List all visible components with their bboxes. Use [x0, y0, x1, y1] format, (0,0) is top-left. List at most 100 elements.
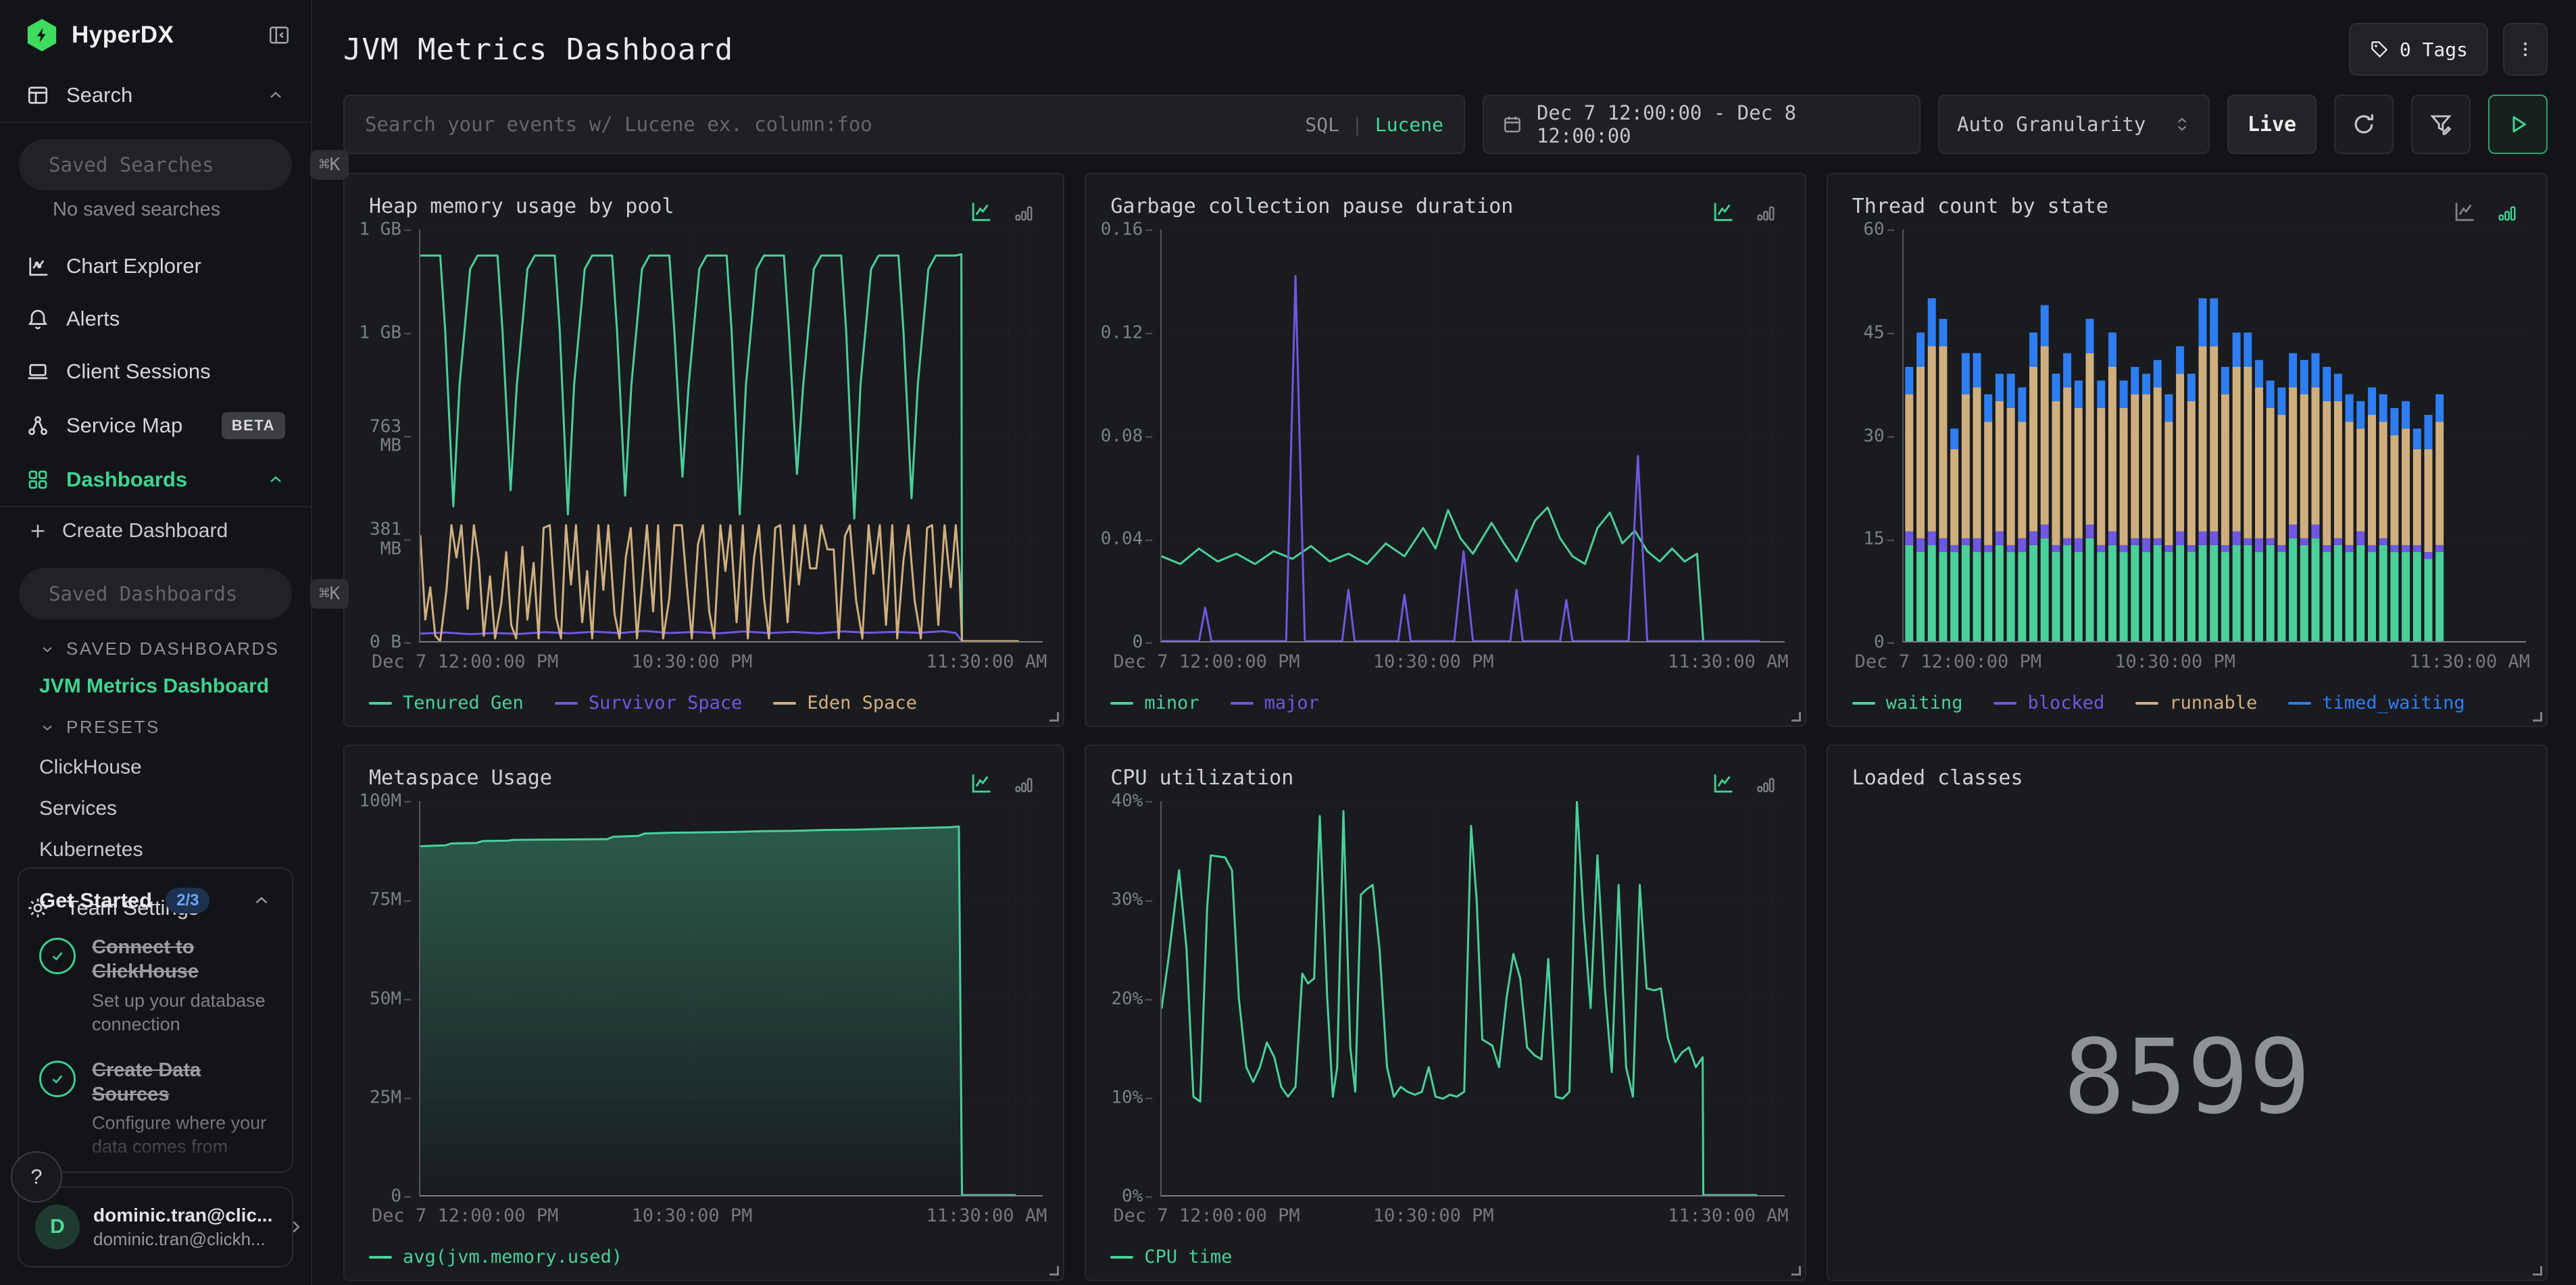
line-chart-icon[interactable] [968, 199, 994, 224]
y-tick-label: 0% [1099, 1187, 1153, 1207]
legend-label: avg(jvm.memory.used) [403, 1246, 623, 1267]
date-range-value: Dec 7 12:00:00 - Dec 8 12:00:00 [1536, 101, 1797, 147]
main-content: JVM Metrics Dashboard 0 Tags SQL | Lucen… [312, 0, 2576, 1281]
sidebar-item-client-sessions[interactable]: Client Sessions [0, 345, 311, 398]
x-tick-label: 11:30:00 AM [926, 1205, 1047, 1226]
help-button[interactable]: ? [11, 1151, 62, 1203]
tags-label: 0 Tags [2399, 38, 2468, 61]
check-circle-icon [39, 938, 76, 974]
chart-plot[interactable] [1160, 801, 1785, 1196]
table-icon [28, 86, 48, 104]
presets-section[interactable]: PRESETS [39, 717, 311, 738]
select-chevrons-icon [2177, 118, 2187, 131]
legend-item[interactable]: waiting [1852, 692, 1962, 713]
sidebar-item-services[interactable]: Services [39, 797, 311, 820]
lucene-option[interactable]: Lucene [1375, 114, 1443, 136]
date-range-picker[interactable]: Dec 7 12:00:00 - Dec 8 12:00:00 [1483, 95, 1921, 154]
legend-swatch [369, 1255, 392, 1259]
legend-item[interactable]: CPU time [1110, 1246, 1232, 1267]
legend-swatch [773, 701, 797, 705]
chevron-up-icon[interactable] [266, 470, 285, 489]
card-fade [19, 1117, 292, 1171]
sidebar-item-search[interactable]: Search [0, 69, 311, 122]
sidebar-item-service-map[interactable]: Service Map BETA [0, 398, 311, 453]
sql-option[interactable]: SQL [1305, 114, 1339, 136]
panel-resize-handle[interactable] [1049, 1266, 1060, 1276]
saved-dashboards-section[interactable]: SAVED DASHBOARDS [39, 638, 311, 659]
filter-button[interactable] [2411, 95, 2471, 154]
y-tick-label: 60 [1841, 220, 1894, 240]
y-axis-labels: 0.16 0.12 0.08 0.04 0 [1101, 220, 1153, 652]
bar-chart-icon[interactable] [1755, 774, 1777, 796]
legend-label: Survivor Space [588, 692, 743, 713]
legend-item[interactable]: runnable [2135, 692, 2257, 713]
chevron-up-icon[interactable] [266, 86, 285, 105]
query-language-toggle[interactable]: SQL | Lucene [1305, 114, 1443, 136]
dashboards-icon [28, 470, 47, 489]
saved-searches-search[interactable]: ⌘K [19, 139, 349, 191]
saved-dashboards-input[interactable] [49, 582, 298, 605]
x-tick-label: Dec 7 12:00:00 PM [372, 1205, 559, 1226]
legend-item[interactable]: major [1230, 692, 1319, 713]
dashboard-grid: Heap memory usage by pool 1 GB 1 GB 763 MB… [312, 154, 2576, 1281]
panel-resize-handle[interactable] [2533, 712, 2542, 722]
panel-resize-handle[interactable] [2533, 1266, 2542, 1276]
bar-chart-icon[interactable] [1013, 774, 1035, 796]
sidebar-item-kubernetes[interactable]: Kubernetes [39, 838, 311, 861]
chart-plot[interactable] [419, 801, 1043, 1196]
y-tick-label: 15 [1841, 530, 1894, 549]
user-email: dominic.tran@clickh... [93, 1228, 266, 1249]
y-tick-label: 40% [1099, 792, 1153, 811]
create-dashboard-button[interactable]: Create Dashboard [0, 507, 311, 552]
bar-chart-icon[interactable] [2496, 203, 2518, 224]
sidebar-item-label: Search [66, 83, 133, 107]
legend-item[interactable]: timed_waiting [2288, 692, 2465, 713]
saved-dashboards-search[interactable]: ⌘K [19, 568, 349, 620]
live-button[interactable]: Live [2227, 95, 2317, 154]
event-search-input[interactable] [365, 113, 1292, 136]
event-search-bar[interactable]: SQL | Lucene [343, 95, 1465, 154]
legend-item[interactable]: Survivor Space [554, 692, 743, 713]
line-chart-icon[interactable] [1710, 770, 1736, 796]
legend-item[interactable]: Eden Space [773, 692, 917, 713]
more-menu-button[interactable] [2503, 23, 2548, 76]
chevron-right-icon [286, 1217, 306, 1237]
legend-swatch [1993, 701, 2017, 705]
panel-title: CPU utilization [1110, 766, 1294, 790]
sidebar-item-dashboards[interactable]: Dashboards [0, 453, 311, 506]
panel-resize-handle[interactable] [1791, 712, 1801, 722]
legend-item[interactable]: blocked [1993, 692, 2104, 713]
chart-plot[interactable] [1160, 230, 1785, 642]
x-axis-labels: Dec 7 12:00:00 PM 10:30:00 PM 11:30:00 AM [372, 646, 1047, 672]
chevron-down-icon [43, 725, 52, 730]
saved-searches-input[interactable] [49, 153, 298, 176]
sidebar-collapse-icon[interactable] [268, 24, 291, 47]
sidebar-item-label: Client Sessions [66, 359, 211, 383]
sidebar-item-alerts[interactable]: Alerts [0, 293, 311, 345]
legend-item[interactable]: Tenured Gen [369, 692, 524, 713]
service-map-icon [28, 416, 47, 435]
line-chart-icon[interactable] [968, 770, 994, 796]
run-query-button[interactable] [2488, 95, 2548, 154]
y-tick-label: 0 B [358, 633, 411, 653]
refresh-button[interactable] [2334, 95, 2394, 154]
line-chart-icon[interactable] [1710, 199, 1736, 224]
sidebar-item-clickhouse[interactable]: ClickHouse [39, 756, 311, 779]
chevron-up-icon[interactable] [251, 890, 272, 911]
line-chart-icon[interactable] [2452, 199, 2477, 224]
x-tick-label: Dec 7 12:00:00 PM [1113, 1205, 1300, 1226]
sidebar-item-jvm-dashboard[interactable]: JVM Metrics Dashboard [39, 675, 311, 698]
panel-resize-handle[interactable] [1049, 712, 1060, 722]
tags-button[interactable]: 0 Tags [2348, 23, 2488, 76]
chart-plot[interactable] [1902, 230, 2526, 642]
legend-item[interactable]: minor [1110, 692, 1199, 713]
bar-chart-icon[interactable] [1013, 203, 1035, 224]
checklist-item-connect[interactable]: Connect to ClickHouse Set up your databa… [39, 935, 272, 1036]
chart-plot[interactable] [419, 230, 1043, 642]
legend-item[interactable]: avg(jvm.memory.used) [369, 1246, 622, 1267]
granularity-select[interactable]: Auto Granularity [1938, 95, 2210, 154]
panel-resize-handle[interactable] [1791, 1266, 1801, 1276]
bar-chart-icon[interactable] [1755, 203, 1777, 224]
sidebar-item-chart-explorer[interactable]: Chart Explorer [0, 240, 311, 293]
user-menu[interactable]: D dominic.tran@clic... dominic.tran@clic… [18, 1186, 300, 1267]
